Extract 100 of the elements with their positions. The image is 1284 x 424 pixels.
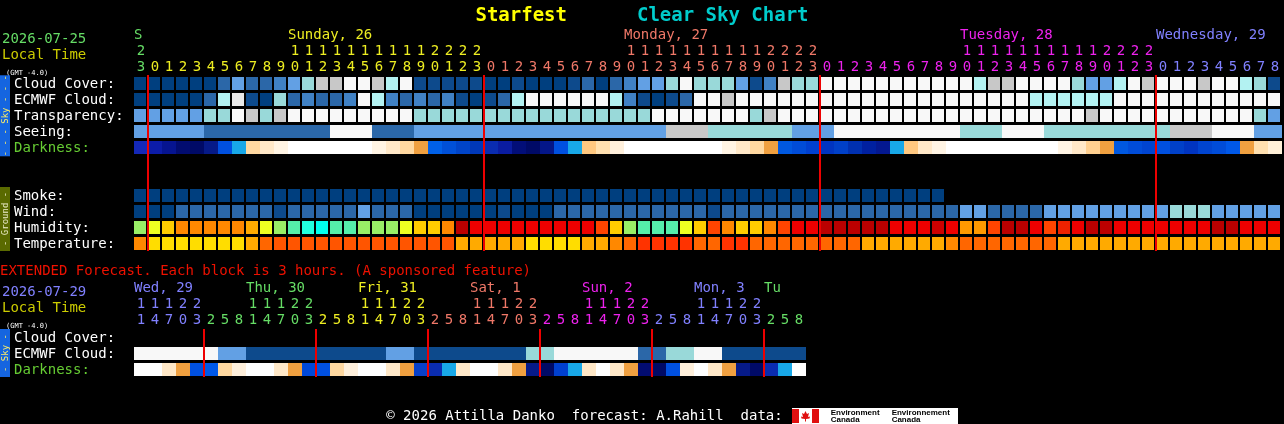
hour-label: 14 [346,42,356,74]
row-label: Cloud Cover: [14,75,117,91]
row-label: Humidity: [13,219,91,236]
hour-label: 7 [1256,58,1266,74]
midnight-line [539,329,541,378]
hour-label: 6 [906,58,916,74]
hour-label: 6 [234,58,244,74]
hour-label: 14 [150,295,160,328]
day-label: Sunday, 26 [288,26,373,42]
hour-label: 12 [654,42,664,74]
hour-label: 17 [612,295,622,328]
hour-label: 20 [1102,42,1112,74]
hour-label: 18 [402,42,412,74]
midnight-line [203,329,205,378]
hour-label: 21 [1116,42,1126,74]
hour-label: 13 [332,42,342,74]
hour-label: 16 [710,42,720,74]
hour-label: 11 [640,42,650,74]
row-label: Cloud Cover: [13,329,117,346]
midnight-line [315,329,317,378]
hour-label: 5 [332,311,342,328]
hour-label: 7 [248,58,258,74]
hour-label: 22 [794,42,804,74]
hour-label: 9 [276,58,286,74]
hour-label: 16 [374,42,384,74]
hour-label: 11 [696,295,706,328]
hour-label: 1 [1172,58,1182,74]
hour-label: 21 [444,42,454,74]
hour-label: 20 [766,42,776,74]
data-credit: data: [740,407,783,424]
hour-label: 12 [990,42,1000,74]
day-label: Tuesday, 28 [960,26,1053,42]
hour-label: 1 [836,58,846,74]
hour-label: 20 [290,295,300,328]
hour-label: 11 [136,295,146,328]
hour-label: 20 [514,295,524,328]
date-label: 2026-07-29 [1,283,87,300]
hour-label: 23 [304,295,314,328]
hour-label: 8 [458,311,468,328]
hour-label: 8 [934,58,944,74]
row-label: Transparency: [13,107,125,123]
hour-label: 4 [206,58,216,74]
section-label: - Sky - [0,329,10,378]
hour-label: 3 [192,58,202,74]
hour-label: 13 [668,42,678,74]
row-label: Wind: [13,203,58,220]
hour-label: 8 [234,311,244,328]
hour-label: 11 [360,295,370,328]
hour-label: 23 [1144,42,1154,74]
midnight-line [763,329,765,378]
hour-label: 1 [164,58,174,74]
hour-label: 8 [682,311,692,328]
hour-label: 7 [920,58,930,74]
row-label: Seeing: [13,123,74,139]
row-label: Temperature: [13,235,117,252]
hour-label: 14 [682,42,692,74]
day-label: Fri, 31 [358,279,417,296]
hour-label: 4 [878,58,888,74]
hour-label: 23 [472,42,482,74]
midnight-line [651,329,653,378]
hour-label: 5 [668,311,678,328]
hour-label: 2 [178,58,188,74]
hour-label: 8 [598,58,608,74]
row-label: Darkness: [13,361,91,378]
hour-label: 8 [570,311,580,328]
hour-label: 19 [1088,42,1098,74]
hour-label: 15 [360,42,370,74]
hour-label: 22 [1130,42,1140,74]
hour-label: 14 [598,295,608,328]
agency-name: Environnement Canada [891,408,950,423]
hour-label: 2 [1186,58,1196,74]
hour-label: 10 [626,42,636,74]
hour-label: 17 [164,295,174,328]
hour-label: 4 [1214,58,1224,74]
hour-label: 8 [262,58,272,74]
hour-label: 8 [346,311,356,328]
chart-subtitle: Clear Sky Chart [636,3,809,25]
hour-label: 8 [794,311,804,328]
hour-label: 20 [430,42,440,74]
hour-label: 23 [808,42,818,74]
hour-label: 21 [780,42,790,74]
hour-label: 11 [584,295,594,328]
day-label: Mon, 3 [694,279,745,296]
hour-label: 12 [318,42,328,74]
hour-label: 18 [738,42,748,74]
hour-label: 3 [528,58,538,74]
hour-label: 5 [220,58,230,74]
hour-label: 17 [724,42,734,74]
hour-label: 20 [178,295,188,328]
hour-label: 5 [1228,58,1238,74]
hour-label: 23 [640,295,650,328]
hour-label: 14 [710,295,720,328]
hour-label: 0 [486,58,496,74]
hour-label: 17 [388,295,398,328]
hour-label: 2 [206,311,216,328]
hour-label: 19 [416,42,426,74]
hour-label: 20 [626,295,636,328]
hour-label: 14 [374,295,384,328]
hour-label: 5 [220,311,230,328]
hour-label: 20 [402,295,412,328]
